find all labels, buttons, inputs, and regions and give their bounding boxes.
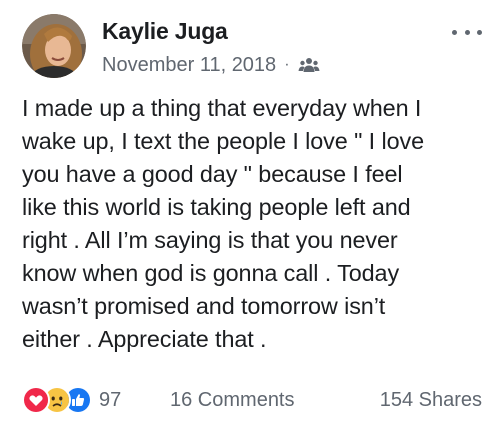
meta-separator: · [284, 56, 290, 73]
facebook-post: Kaylie Juga November 11, 2018 · I made u… [0, 0, 500, 429]
comments-link[interactable]: 16 Comments [170, 389, 295, 412]
love-reaction-icon [22, 386, 50, 414]
post-footer: 97 16 Comments 154 Shares [22, 386, 482, 416]
avatar[interactable] [22, 14, 86, 78]
group-icon[interactable] [298, 57, 320, 73]
post-date[interactable]: November 11, 2018 [102, 54, 276, 77]
shares-link[interactable]: 154 Shares [380, 389, 482, 412]
reactions-summary[interactable]: 97 [22, 386, 121, 414]
post-header: Kaylie Juga November 11, 2018 · [22, 14, 482, 78]
dot-3 [477, 29, 482, 35]
more-dots-icon[interactable] [452, 26, 482, 38]
author-name[interactable]: Kaylie Juga [102, 18, 228, 45]
profile-photo [22, 14, 86, 78]
reaction-count: 97 [99, 388, 122, 411]
post-body-text: I made up a thing that everyday when I w… [22, 95, 424, 352]
dot-1 [452, 29, 457, 35]
post-meta: November 11, 2018 · [102, 54, 320, 76]
dot-2 [464, 29, 470, 35]
